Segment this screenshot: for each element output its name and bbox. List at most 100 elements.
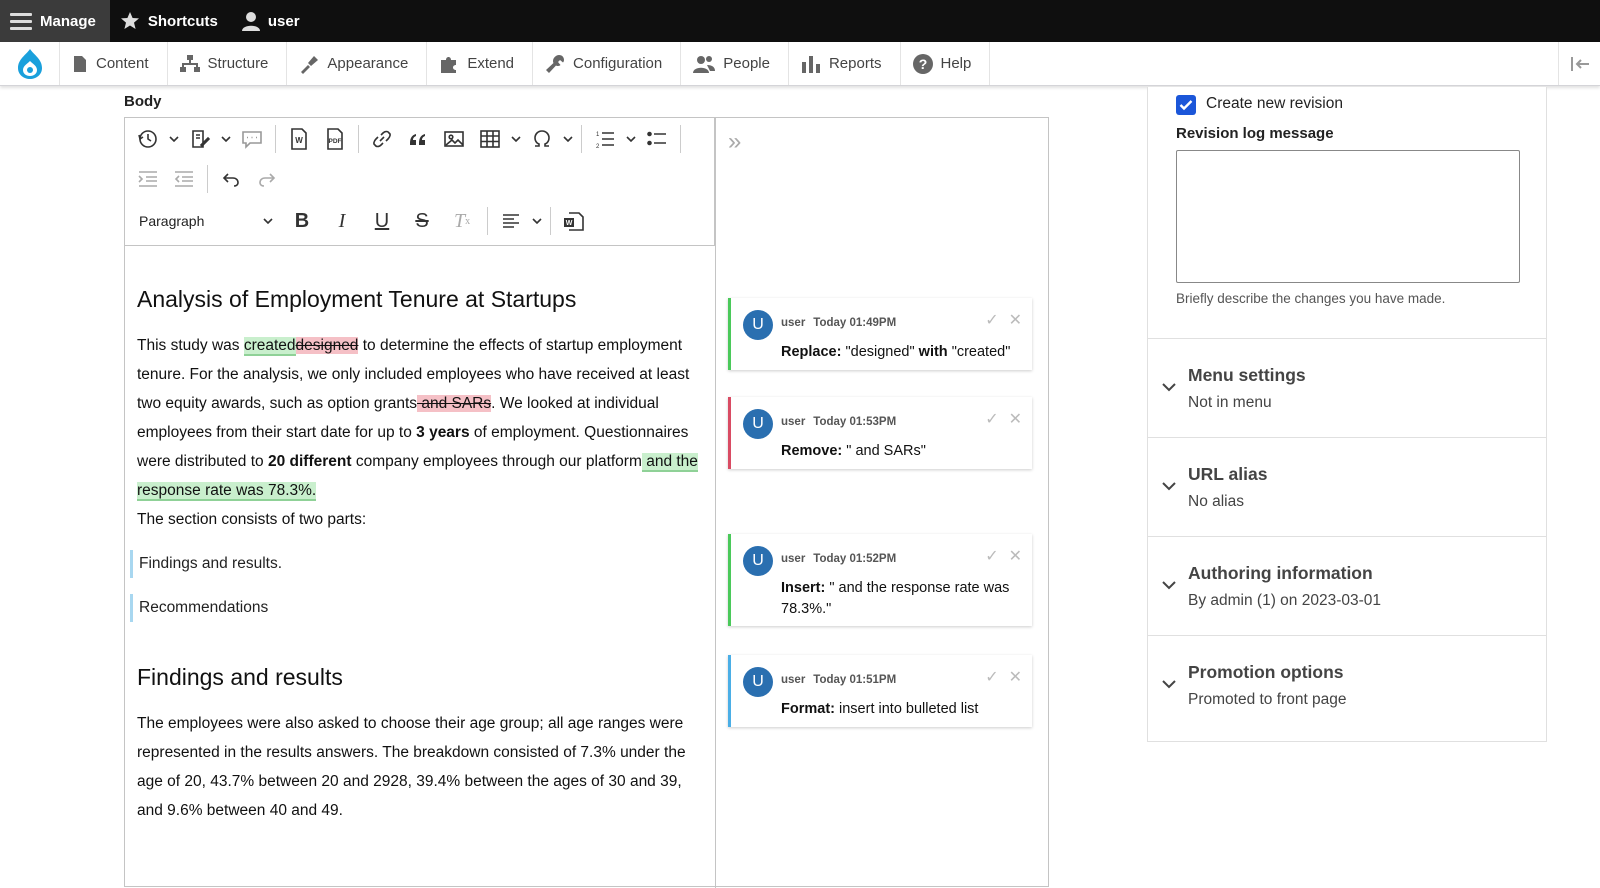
tray-content[interactable]: Content	[60, 42, 168, 85]
indent-button[interactable]	[131, 162, 165, 196]
chevron-down-icon	[263, 218, 273, 224]
section-title: Promotion options	[1188, 662, 1344, 682]
suggestion-card[interactable]: U user Today 01:53PM ✓ ✕ Remove: " and SAR…	[728, 397, 1032, 469]
tray-appearance-label: Appearance	[327, 55, 409, 72]
special-characters-button[interactable]	[525, 122, 559, 156]
insert-table-dropdown[interactable]	[509, 136, 523, 142]
tray-people[interactable]: People	[681, 42, 789, 85]
accept-icon[interactable]: ✓	[985, 310, 998, 330]
numbered-list-dropdown[interactable]	[624, 136, 638, 142]
insert-table-button[interactable]	[473, 122, 507, 156]
strikethrough-button[interactable]: S	[403, 204, 441, 238]
suggestion-description: Insert: " and the response rate was 78.3…	[781, 578, 1024, 620]
chevron-down-icon	[563, 136, 573, 142]
accept-icon[interactable]: ✓	[985, 667, 998, 687]
export-pdf-button[interactable]: PDF	[318, 122, 352, 156]
svg-text:PDF: PDF	[329, 138, 342, 145]
drupal-logo[interactable]	[0, 42, 60, 85]
suggestion-actions: ✓ ✕	[985, 409, 1022, 429]
suggestion-author: user	[781, 674, 806, 686]
numbered-list-button[interactable]: 12	[588, 122, 622, 156]
avatar: U	[743, 409, 773, 439]
suggestion-description: Replace: "designed" with "created"	[781, 342, 1024, 363]
close-icon[interactable]: ✕	[1009, 409, 1022, 429]
undo-button[interactable]	[214, 162, 248, 196]
body-field-label: Body	[124, 93, 162, 110]
suggestion-meta: user Today 01:51PM	[781, 674, 904, 686]
link-button[interactable]	[365, 122, 399, 156]
close-icon[interactable]: ✕	[1009, 546, 1022, 566]
accept-icon[interactable]: ✓	[985, 546, 998, 566]
history-icon	[138, 130, 157, 148]
remove-format-button[interactable]: Tx	[443, 204, 481, 238]
align-left-icon	[503, 214, 519, 228]
suggestion-card[interactable]: U user Today 01:52PM ✓ ✕ Insert: " and the…	[728, 534, 1032, 626]
wrench-icon	[546, 54, 565, 73]
tray-help[interactable]: ? Help	[901, 42, 991, 85]
suggestion-meta: user Today 01:52PM	[781, 553, 904, 565]
alignment-dropdown[interactable]	[530, 218, 544, 224]
bold-button[interactable]: B	[283, 204, 321, 238]
outdent-button[interactable]	[167, 162, 201, 196]
paragraph-format-select[interactable]: Paragraph	[131, 204, 281, 238]
authoring-information-section[interactable]: Authoring information By admin (1) on 20…	[1148, 536, 1546, 634]
help-icon: ?	[912, 53, 933, 74]
insert-image-button[interactable]	[437, 122, 471, 156]
suggestion-time: Today 01:52PM	[813, 553, 897, 565]
close-icon[interactable]: ✕	[1009, 667, 1022, 687]
user-menu-button[interactable]: user	[232, 0, 314, 42]
manage-button[interactable]: Manage	[0, 0, 110, 42]
pdf-export-icon: PDF	[327, 128, 343, 150]
tray-extend-label: Extend	[467, 55, 515, 72]
suggestion-delete[interactable]: designed	[295, 337, 359, 354]
suggestion-card[interactable]: U user Today 01:49PM ✓ ✕ Replace: "designe…	[728, 298, 1032, 370]
collapse-tray-icon	[1570, 56, 1589, 71]
svg-text:W: W	[295, 136, 303, 145]
italic-button[interactable]: I	[323, 204, 361, 238]
url-alias-section[interactable]: URL alias No alias	[1148, 437, 1546, 535]
editor-content[interactable]: Analysis of Employment Tenure at Startup…	[130, 286, 707, 825]
section-summary: Not in menu	[1188, 394, 1272, 411]
track-changes-icon	[192, 130, 211, 148]
revision-log-textarea[interactable]	[1176, 150, 1520, 283]
redo-icon	[259, 173, 276, 187]
tray-appearance[interactable]: Appearance	[287, 42, 428, 85]
tray-configuration[interactable]: Configuration	[533, 42, 682, 85]
revision-history-dropdown[interactable]	[167, 136, 181, 142]
revision-history-button[interactable]	[131, 122, 165, 156]
tray-content-label: Content	[96, 55, 149, 72]
tray-orientation-toggle[interactable]	[1558, 42, 1600, 85]
special-characters-dropdown[interactable]	[561, 136, 575, 142]
toolbar-separator	[680, 125, 681, 153]
svg-text:2: 2	[596, 144, 600, 150]
tray-reports[interactable]: Reports	[789, 42, 901, 85]
redo-button[interactable]	[250, 162, 284, 196]
user-label: user	[267, 12, 300, 30]
close-icon[interactable]: ✕	[1009, 310, 1022, 330]
suggestion-insert[interactable]: created	[243, 337, 296, 356]
tray-help-label: Help	[940, 55, 972, 72]
create-revision-checkbox[interactable]	[1176, 95, 1196, 115]
underline-button[interactable]: U	[363, 204, 401, 238]
suggestion-delete[interactable]: and SARs	[417, 395, 492, 412]
menu-settings-section[interactable]: Menu settings Not in menu	[1148, 338, 1546, 436]
alignment-button[interactable]	[494, 204, 528, 238]
track-changes-button[interactable]	[183, 122, 217, 156]
track-changes-dropdown[interactable]	[219, 136, 233, 142]
collapse-sidebar-icon[interactable]: »	[728, 128, 741, 156]
tray-structure[interactable]: Structure	[168, 42, 288, 85]
bulleted-list-button[interactable]	[640, 122, 674, 156]
section-title: Menu settings	[1188, 365, 1306, 385]
shortcuts-button[interactable]: Shortcuts	[110, 0, 232, 42]
blockquote-button[interactable]	[401, 122, 435, 156]
chevron-down-icon	[221, 136, 231, 142]
import-word-button[interactable]: W	[557, 204, 591, 238]
suggestion-card[interactable]: U user Today 01:51PM ✓ ✕ Format: insert in…	[728, 655, 1032, 727]
comment-button[interactable]	[235, 122, 269, 156]
accept-icon[interactable]: ✓	[985, 409, 998, 429]
tray-extend[interactable]: Extend	[427, 42, 534, 85]
suggestion-text: insert into bulleted list	[834, 701, 979, 717]
bold-text: 3 years	[416, 424, 470, 441]
promotion-options-section[interactable]: Promotion options Promoted to front page	[1148, 635, 1546, 733]
export-word-button[interactable]: W	[282, 122, 316, 156]
